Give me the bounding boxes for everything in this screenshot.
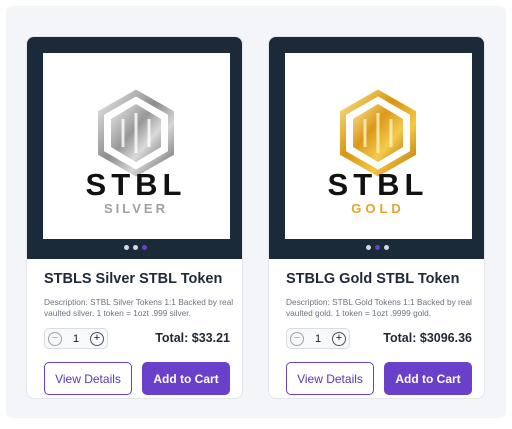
carousel-dot-active[interactable] — [142, 245, 147, 250]
product-title: STBLS Silver STBL Token — [44, 271, 223, 287]
product-card-silver: STBL SILVER STBLS Silver STBL Token Desc… — [26, 36, 243, 399]
product-image: STBL SILVER — [43, 53, 230, 239]
quantity-value[interactable]: 1 — [315, 333, 321, 345]
product-description: Description: STBL Gold Tokens 1:1 Backed… — [286, 297, 472, 318]
carousel-dot[interactable] — [124, 245, 129, 250]
view-details-button[interactable]: View Details — [286, 362, 374, 395]
plus-icon[interactable]: + — [332, 331, 346, 346]
stbl-gold-logo: STBL GOLD — [328, 89, 429, 216]
carousel-dot[interactable] — [133, 245, 138, 250]
product-card-gold: STBL GOLD STBLG Gold STBL Token Descript… — [268, 36, 485, 399]
image-carousel[interactable]: STBL SILVER — [27, 37, 242, 259]
logo-subtitle: SILVER — [104, 201, 168, 216]
product-image: STBL GOLD — [285, 53, 472, 239]
image-carousel[interactable]: STBL GOLD — [269, 37, 484, 259]
product-title: STBLG Gold STBL Token — [286, 271, 460, 287]
carousel-dot[interactable] — [384, 245, 389, 250]
product-description: Description: STBL Silver Tokens 1:1 Back… — [44, 297, 234, 318]
carousel-dot-active[interactable] — [375, 245, 380, 250]
total-price: Total: $3096.36 — [383, 331, 472, 345]
quantity-value[interactable]: 1 — [73, 333, 79, 345]
view-details-button[interactable]: View Details — [44, 362, 132, 395]
stbl-silver-logo: STBL SILVER — [86, 89, 187, 216]
total-price: Total: $33.21 — [155, 331, 230, 345]
quantity-stepper: − 1 + — [286, 328, 350, 349]
minus-icon[interactable]: − — [48, 331, 62, 346]
plus-icon[interactable]: + — [90, 331, 104, 346]
logo-subtitle: GOLD — [351, 201, 405, 216]
carousel-dots — [27, 245, 242, 251]
quantity-stepper: − 1 + — [44, 328, 108, 349]
add-to-cart-button[interactable]: Add to Cart — [142, 362, 230, 395]
add-to-cart-button[interactable]: Add to Cart — [384, 362, 472, 395]
carousel-dot[interactable] — [366, 245, 371, 250]
minus-icon[interactable]: − — [290, 331, 304, 346]
logo-wordmark: STBL — [86, 167, 187, 202]
logo-wordmark: STBL — [328, 167, 429, 202]
carousel-dots — [269, 245, 484, 251]
